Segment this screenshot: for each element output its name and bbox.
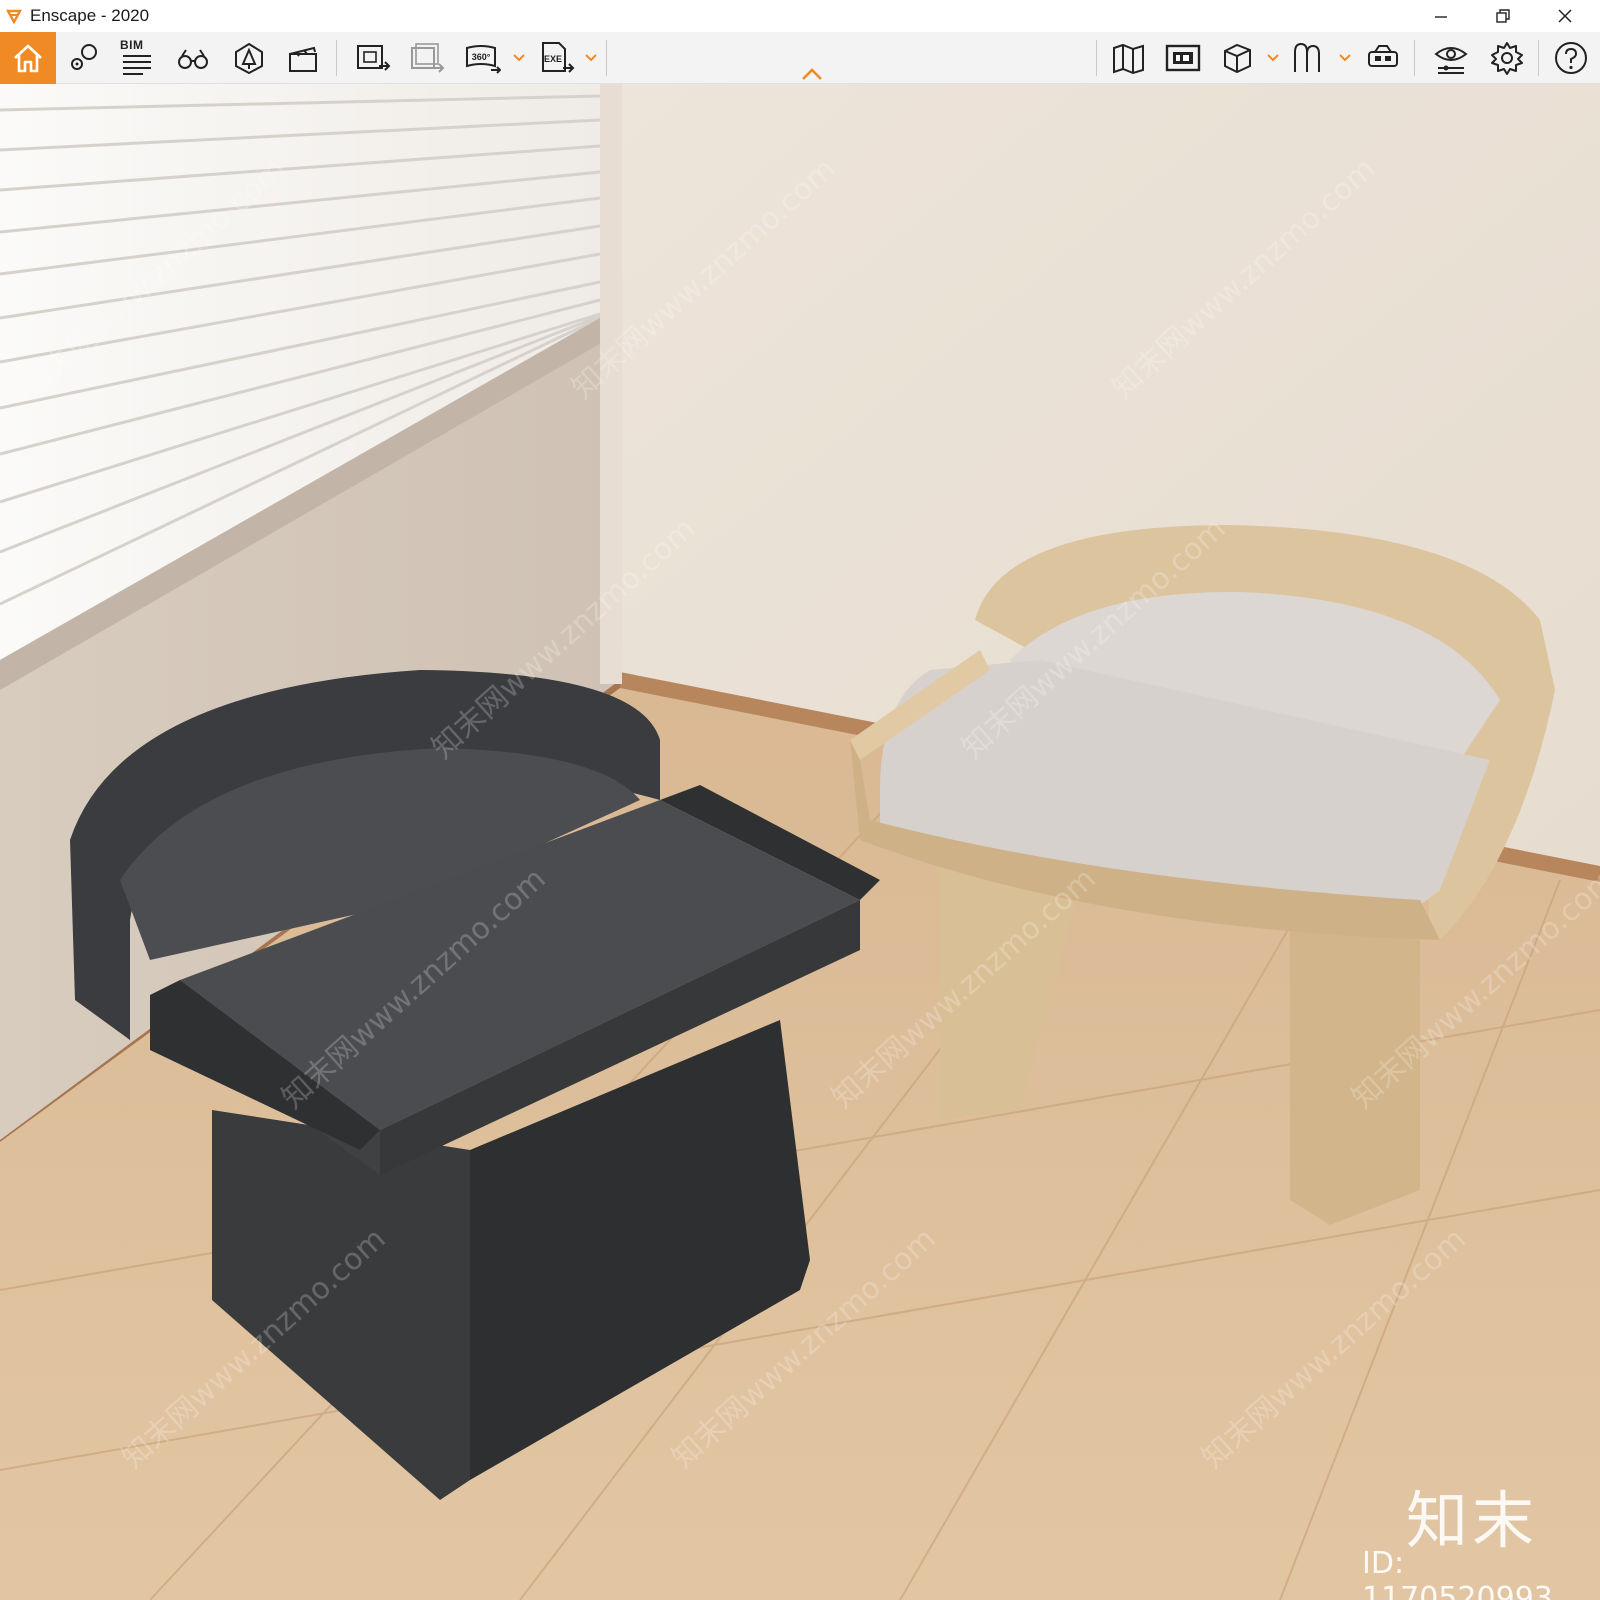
view-dropdown[interactable] (1266, 48, 1280, 68)
screenshot-export-icon (357, 45, 391, 71)
title-bar: Enscape - 2020 (0, 0, 1600, 32)
exe-dropdown[interactable] (584, 48, 598, 68)
help-button[interactable] (1548, 36, 1594, 80)
batch-render-button[interactable] (404, 36, 450, 80)
cube-view-icon (1224, 43, 1251, 74)
exe-export-button[interactable]: EXE (534, 36, 580, 80)
bell-tree-icon (235, 42, 263, 75)
video-editor-button[interactable] (280, 36, 326, 80)
visual-settings-button[interactable] (1428, 36, 1474, 80)
render-viewport[interactable]: 知末网www.znzmo.com 知末网www.znzmo.com 知末网www… (0, 84, 1600, 1600)
watermark-id: ID: 1170520993 (1362, 1546, 1553, 1600)
home-button[interactable] (0, 32, 56, 84)
settings-gear-icon (1491, 42, 1523, 75)
svg-text:EXE: EXE (544, 54, 562, 64)
material-editor-button[interactable] (1286, 36, 1332, 80)
chevron-down-icon (585, 54, 597, 62)
window-title: Enscape - 2020 (30, 6, 150, 25)
toolbar-separator (1414, 40, 1415, 76)
vr-headset-icon (1368, 45, 1398, 67)
minimize-button[interactable] (1410, 0, 1472, 32)
binoculars-button[interactable] (170, 36, 216, 80)
toolbar-separator (606, 40, 607, 76)
bim-label: BIM (120, 38, 144, 52)
panorama-dropdown[interactable] (512, 48, 526, 68)
help-icon (1555, 42, 1587, 74)
map-icon (1113, 43, 1144, 75)
svg-text:360°: 360° (472, 52, 491, 62)
restore-icon (1496, 9, 1510, 23)
minimize-icon (1435, 16, 1447, 18)
toolbar-separator (1538, 40, 1539, 76)
restore-button[interactable] (1472, 0, 1534, 32)
atmosphere-button[interactable] (226, 36, 272, 80)
home-icon (14, 44, 42, 73)
toolbar-separator (336, 40, 337, 76)
binoculars-icon (178, 49, 208, 69)
panorama-button[interactable]: 360° (460, 36, 506, 80)
asset-library-icon (1165, 44, 1201, 72)
panorama-360-icon: 360° (466, 45, 501, 74)
screenshot-button[interactable] (350, 36, 396, 80)
exe-export-icon: EXE (542, 42, 575, 73)
location-button[interactable] (60, 36, 106, 80)
location-pin-icon (71, 44, 97, 70)
chevron-down-icon (513, 54, 525, 62)
clapperboard-icon (289, 46, 317, 72)
material-dropdown[interactable] (1338, 48, 1352, 68)
settings-button[interactable] (1484, 36, 1530, 80)
map-button[interactable] (1106, 36, 1152, 80)
close-icon (1558, 9, 1572, 23)
close-button[interactable] (1534, 0, 1596, 32)
collapse-toolbar-chevron-up-icon[interactable] (800, 66, 824, 82)
vr-headset-button[interactable] (1360, 36, 1406, 80)
view-management-button[interactable] (1214, 36, 1260, 80)
batch-render-icon (411, 43, 445, 73)
chevron-down-icon (1339, 54, 1351, 62)
toolbar-separator (1096, 40, 1097, 76)
chevron-down-icon (1267, 54, 1279, 62)
material-icon (1294, 42, 1320, 72)
asset-library-button[interactable] (1160, 36, 1206, 80)
visual-settings-icon (1434, 47, 1468, 74)
enscape-logo-icon (4, 6, 24, 26)
